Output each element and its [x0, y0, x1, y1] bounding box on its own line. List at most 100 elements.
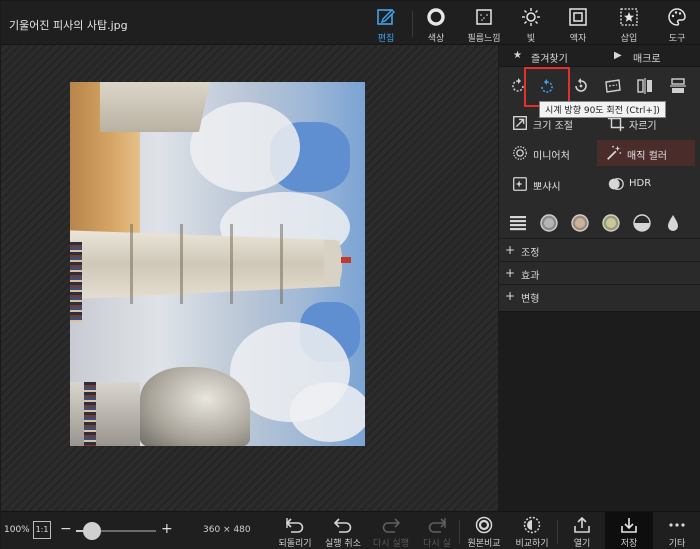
- more-button[interactable]: 기타: [653, 515, 700, 549]
- sharpen-button[interactable]: 뽀샤시: [503, 171, 597, 197]
- actual-size-button[interactable]: 1:1: [33, 521, 51, 539]
- photo-tower-band: [280, 224, 283, 304]
- revert-button[interactable]: 되돌리기: [271, 515, 319, 549]
- hdr-icon: [608, 177, 624, 191]
- photo-tower-band: [230, 224, 233, 304]
- sun-icon: [522, 8, 540, 26]
- download-icon: [621, 518, 637, 533]
- redo-button[interactable]: 다시 실행: [367, 515, 415, 549]
- preset-swatch[interactable]: [539, 213, 559, 233]
- hdr-label: HDR: [629, 178, 652, 189]
- macro-tab[interactable]: 매크로: [633, 50, 661, 65]
- panel-empty-area: [499, 311, 700, 511]
- preset-swatch[interactable]: [663, 213, 683, 233]
- tab-insert[interactable]: 삽입: [607, 7, 651, 44]
- top-toolbar: 기울어진 피사의 사탑.jpg 편집 색상 필름느낌 빛 액자 삽입 도구: [1, 1, 700, 45]
- photo-tower-top: [324, 240, 342, 286]
- tab-tools[interactable]: 도구: [655, 7, 699, 44]
- tab-light[interactable]: 빛: [509, 7, 553, 44]
- more-label: 기타: [668, 539, 686, 549]
- open-label: 열기: [573, 539, 591, 549]
- file-title: 기울어진 피사의 사탑.jpg: [9, 19, 128, 32]
- resize-icon: [513, 116, 527, 130]
- photo-flag: [341, 257, 351, 263]
- section-adjust-label: 조정: [521, 248, 540, 259]
- photo-tower-band: [180, 224, 183, 304]
- preset-swatch[interactable]: [570, 213, 590, 233]
- compare-original-button[interactable]: 원본비교: [460, 515, 508, 549]
- compare-original-icon: [475, 516, 493, 534]
- tab-film-label: 필름느낌: [467, 34, 501, 44]
- miniature-button[interactable]: 미니어처: [503, 140, 597, 166]
- frame-icon: [569, 8, 587, 26]
- miniature-label: 미니어처: [533, 151, 570, 162]
- favorites-bar: ★ 즐겨찾기 ▶ 매크로: [499, 45, 700, 67]
- favorites-tab[interactable]: 즐겨찾기: [531, 50, 568, 65]
- tab-insert-label: 삽입: [620, 34, 638, 44]
- magic-color-button[interactable]: 매직 컬러: [597, 140, 695, 166]
- compare-icon: [523, 516, 541, 534]
- film-icon: [476, 9, 492, 25]
- flip-horizontal-button[interactable]: [630, 71, 660, 101]
- edit-icon: [377, 9, 395, 25]
- section-effects-label: 효과: [521, 271, 540, 282]
- section-transform-label: 변형: [521, 294, 540, 305]
- photo-crowd: [84, 382, 96, 446]
- section-adjust[interactable]: + 조정: [499, 238, 700, 260]
- sharpen-label: 뽀샤시: [533, 182, 561, 193]
- drop-icon: [668, 215, 678, 231]
- save-label: 저장: [620, 539, 638, 549]
- circle-icon: [427, 8, 445, 26]
- section-transform[interactable]: + 변형: [499, 284, 700, 306]
- zoom-in-button[interactable]: +: [161, 521, 173, 537]
- photo-cloud: [190, 102, 300, 192]
- upload-icon: [574, 516, 590, 533]
- flip-vertical-icon: [670, 78, 686, 93]
- save-button[interactable]: 저장: [605, 512, 653, 549]
- hdr-button[interactable]: HDR: [599, 171, 693, 197]
- tab-frame[interactable]: 액자: [556, 7, 600, 44]
- gray-circle-icon: [540, 214, 558, 232]
- photo-cathedral: [100, 82, 210, 132]
- rotate-flip-toolbar: [499, 67, 700, 107]
- half-circle-icon: [633, 214, 651, 232]
- flip-horizontal-icon: [637, 78, 652, 94]
- tab-film[interactable]: 필름느낌: [462, 7, 506, 44]
- photo-preview[interactable]: [70, 82, 365, 446]
- photo-crowd: [70, 242, 82, 322]
- open-button[interactable]: 열기: [558, 515, 606, 549]
- free-rotate-icon: [575, 78, 587, 92]
- straighten-icon: [605, 79, 621, 93]
- free-rotate-button[interactable]: [566, 71, 596, 101]
- straighten-button[interactable]: [598, 71, 628, 101]
- zoom-out-button[interactable]: −: [60, 521, 72, 537]
- tab-color[interactable]: 색상: [414, 7, 458, 44]
- tab-edit[interactable]: 편집: [364, 7, 408, 44]
- redo-label: 다시 실행: [373, 539, 409, 549]
- photo-pillar: [70, 382, 140, 446]
- expand-icon: +: [505, 243, 516, 257]
- undo-button[interactable]: 실행 취소: [319, 515, 367, 549]
- miniature-icon: [513, 146, 527, 160]
- tab-tools-label: 도구: [668, 34, 686, 44]
- undo-label: 실행 취소: [325, 539, 361, 549]
- yellow-circle-icon: [602, 214, 620, 232]
- expand-icon: +: [505, 289, 516, 303]
- rotate-tooltip: 시계 방향 90도 회전 (Ctrl+]): [539, 101, 666, 118]
- palette-icon: [668, 8, 686, 26]
- preset-swatch[interactable]: [601, 213, 621, 233]
- section-effects[interactable]: + 효과: [499, 261, 700, 283]
- flip-vertical-button[interactable]: [663, 71, 693, 101]
- redo-all-button[interactable]: 다시 실: [413, 515, 461, 549]
- preset-swatch[interactable]: [632, 213, 652, 233]
- preset-swatches: [499, 211, 700, 235]
- warm-circle-icon: [571, 214, 589, 232]
- tab-light-label: 빛: [526, 34, 536, 44]
- image-canvas[interactable]: [1, 45, 498, 511]
- redo-icon: [382, 518, 401, 533]
- compare-button[interactable]: 비교하기: [508, 515, 556, 549]
- revert-label: 되돌리기: [278, 539, 312, 549]
- zoom-slider-handle[interactable]: [83, 522, 101, 540]
- list-preset-button[interactable]: [508, 213, 528, 233]
- redo-all-label: 다시 실: [423, 539, 451, 549]
